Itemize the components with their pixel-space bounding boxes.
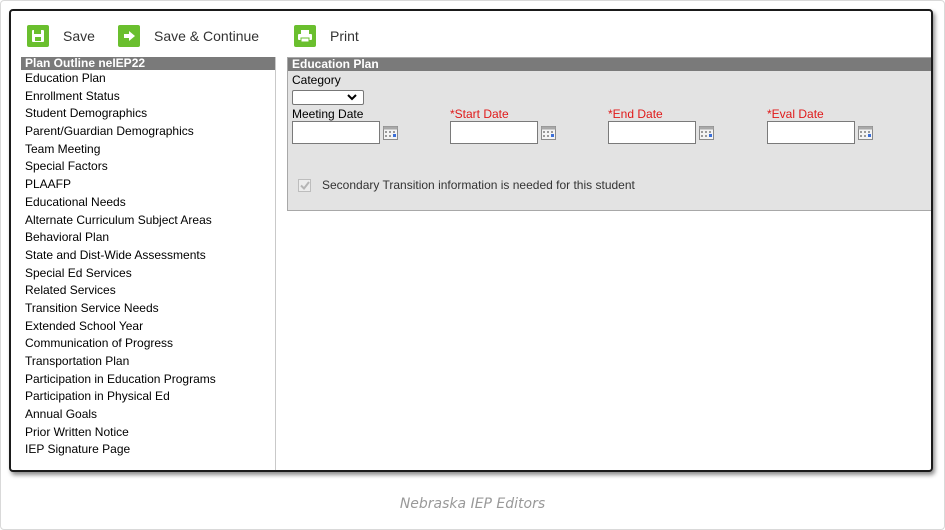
end-date-calendar-icon[interactable] bbox=[699, 126, 714, 140]
end-date-label: *End Date bbox=[608, 107, 663, 121]
outline-item-behavioral-plan[interactable]: Behavioral Plan bbox=[21, 229, 275, 247]
outline-item-extended-school-year[interactable]: Extended School Year bbox=[21, 318, 275, 336]
plan-outline-list: Education Plan Enrollment Status Student… bbox=[21, 70, 275, 459]
eval-date-calendar-icon[interactable] bbox=[858, 126, 873, 140]
outline-item-alternate-curriculum[interactable]: Alternate Curriculum Subject Areas bbox=[21, 212, 275, 230]
eval-date-label: *Eval Date bbox=[767, 107, 824, 121]
outline-item-team-meeting[interactable]: Team Meeting bbox=[21, 141, 275, 159]
plan-outline-sidebar: Plan Outline neIEP22 Education Plan Enro… bbox=[21, 57, 276, 470]
transition-checkbox[interactable] bbox=[298, 178, 311, 192]
outline-item-related-services[interactable]: Related Services bbox=[21, 282, 275, 300]
transition-checkbox-label: Secondary Transition information is need… bbox=[322, 178, 635, 192]
outline-item-student-demographics[interactable]: Student Demographics bbox=[21, 105, 275, 123]
outline-item-transportation-plan[interactable]: Transportation Plan bbox=[21, 353, 275, 371]
print-label: Print bbox=[330, 28, 359, 44]
toolbar: Save Save & Continue Print bbox=[11, 11, 931, 57]
meeting-date-label: Meeting Date bbox=[292, 107, 364, 121]
start-date-input[interactable] bbox=[450, 121, 538, 144]
outline-item-participation-physical-ed[interactable]: Participation in Physical Ed bbox=[21, 388, 275, 406]
transition-checkbox-row: Secondary Transition information is need… bbox=[298, 178, 635, 192]
chevron-down-icon bbox=[347, 94, 357, 101]
start-date-label: *Start Date bbox=[450, 107, 509, 121]
outline-item-special-ed-services[interactable]: Special Ed Services bbox=[21, 265, 275, 283]
outline-item-prior-written-notice[interactable]: Prior Written Notice bbox=[21, 424, 275, 442]
outline-item-enrollment-status[interactable]: Enrollment Status bbox=[21, 88, 275, 106]
outline-item-parent-guardian-demographics[interactable]: Parent/Guardian Demographics bbox=[21, 123, 275, 141]
start-date-calendar-icon[interactable] bbox=[541, 126, 556, 140]
category-label: Category bbox=[292, 73, 341, 87]
outline-item-plaafp[interactable]: PLAAFP bbox=[21, 176, 275, 194]
iep-editor-window: Save Save & Continue Print Plan Outline … bbox=[9, 9, 933, 472]
print-button[interactable]: Print bbox=[294, 23, 359, 49]
screenshot-container: Save Save & Continue Print Plan Outline … bbox=[0, 0, 945, 530]
save-continue-label: Save & Continue bbox=[154, 28, 260, 44]
category-select[interactable] bbox=[292, 90, 364, 105]
checkmark-icon bbox=[299, 180, 310, 190]
outline-item-communication-of-progress[interactable]: Communication of Progress bbox=[21, 335, 275, 353]
floppy-disk-icon bbox=[27, 25, 49, 47]
outline-item-educational-needs[interactable]: Educational Needs bbox=[21, 194, 275, 212]
meeting-date-input[interactable] bbox=[292, 121, 380, 144]
eval-date-input[interactable] bbox=[767, 121, 855, 144]
outline-item-special-factors[interactable]: Special Factors bbox=[21, 158, 275, 176]
arrow-right-icon bbox=[118, 25, 140, 47]
end-date-input[interactable] bbox=[608, 121, 696, 144]
save-button[interactable]: Save bbox=[27, 23, 95, 49]
outline-item-education-plan[interactable]: Education Plan bbox=[21, 70, 275, 88]
education-plan-panel: Education Plan Category Meeting Date *St… bbox=[287, 57, 931, 211]
outline-item-annual-goals[interactable]: Annual Goals bbox=[21, 406, 275, 424]
save-continue-button[interactable]: Save & Continue bbox=[118, 23, 259, 49]
outline-item-state-dist-assessments[interactable]: State and Dist-Wide Assessments bbox=[21, 247, 275, 265]
outline-item-participation-education-programs[interactable]: Participation in Education Programs bbox=[21, 371, 275, 389]
plan-outline-header: Plan Outline neIEP22 bbox=[21, 57, 275, 70]
figure-caption: Nebraska IEP Editors bbox=[399, 496, 546, 512]
save-label: Save bbox=[63, 28, 95, 44]
education-plan-header: Education Plan bbox=[288, 58, 931, 71]
meeting-date-calendar-icon[interactable] bbox=[383, 126, 398, 140]
outline-item-iep-signature-page[interactable]: IEP Signature Page bbox=[21, 441, 275, 459]
printer-icon bbox=[294, 25, 316, 47]
outline-item-transition-service-needs[interactable]: Transition Service Needs bbox=[21, 300, 275, 318]
